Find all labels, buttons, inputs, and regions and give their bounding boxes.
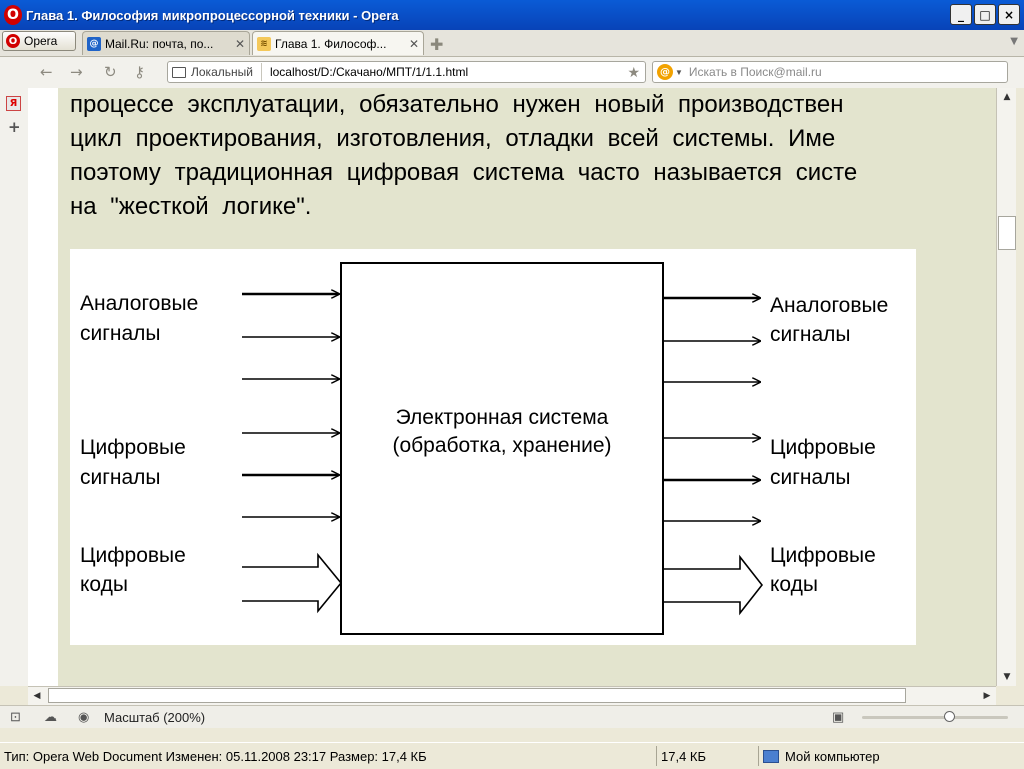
search-box[interactable]: @ ▼ bbox=[652, 61, 1008, 83]
output-bus-arrow bbox=[663, 554, 764, 616]
url-text[interactable]: localhost/D:/Скачано/МПТ/1/1.1.html bbox=[262, 65, 627, 79]
system-box-title: Электронная система bbox=[396, 406, 609, 429]
tab-chapter[interactable]: ≋ Глава 1. Философ... ✕ bbox=[252, 31, 424, 55]
system-box-subtitle: (обработка, хранение) bbox=[392, 434, 611, 457]
output-analog-label-1: Аналоговые bbox=[770, 294, 888, 317]
input-analog-label-2: сигналы bbox=[80, 322, 161, 345]
opera-menu-label: Opera bbox=[24, 34, 58, 48]
paragraph-line: на "жесткой логике". bbox=[70, 193, 312, 220]
mailru-favicon-icon: @ bbox=[87, 36, 101, 51]
paragraph-line: процессе эксплуатации, обязательно нужен… bbox=[70, 91, 844, 118]
window-edge bbox=[1016, 88, 1024, 704]
page-viewport: процессе эксплуатации, обязательно нужен… bbox=[28, 88, 996, 686]
scroll-down-arrow-icon[interactable]: ▼ bbox=[997, 668, 1017, 686]
close-button[interactable]: × bbox=[998, 4, 1020, 25]
page-favicon-icon: ≋ bbox=[257, 36, 271, 51]
security-badge-label: Локальный bbox=[191, 65, 253, 79]
vertical-scroll-thumb[interactable] bbox=[998, 216, 1016, 250]
new-tab-plus-icon[interactable]: ✚ bbox=[430, 35, 443, 54]
cloud-icon[interactable]: ☁ bbox=[44, 709, 57, 725]
tab-mailru[interactable]: @ Mail.Ru: почта, по... ✕ bbox=[82, 31, 250, 55]
tab-list-chevron-icon[interactable]: ▼ bbox=[1010, 36, 1018, 47]
address-toolbar: ← → ↻ ⚷ Локальный localhost/D:/Скачано/М… bbox=[0, 57, 1024, 89]
horizontal-scroll-thumb[interactable] bbox=[48, 688, 906, 703]
scroll-right-arrow-icon[interactable]: ▶ bbox=[978, 687, 996, 705]
opera-logo-icon: O bbox=[6, 34, 20, 48]
chevron-down-icon[interactable]: ▼ bbox=[675, 68, 683, 77]
input-codes-label-1: Цифровые bbox=[80, 544, 186, 567]
paragraph-line: цикл проектирования, изготовления, отлад… bbox=[70, 125, 836, 152]
reload-icon[interactable]: ↻ bbox=[104, 63, 117, 81]
output-digital-label-1: Цифровые bbox=[770, 436, 876, 459]
horizontal-scrollbar[interactable]: ◀ ▶ bbox=[28, 686, 996, 705]
search-input[interactable] bbox=[686, 64, 991, 80]
back-arrow-icon[interactable]: ← bbox=[40, 63, 53, 81]
zone-panel: Мой компьютер bbox=[758, 746, 1024, 766]
zoom-slider-knob[interactable] bbox=[944, 711, 956, 722]
paragraph-line: поэтому традиционная цифровая система ча… bbox=[70, 159, 858, 186]
computer-icon bbox=[172, 66, 186, 78]
file-size-text: 17,4 КБ bbox=[656, 746, 758, 766]
view-icon[interactable]: ▣ bbox=[832, 709, 844, 725]
diagram-svg: Электронная система (обработка, хранение… bbox=[80, 262, 888, 635]
opera-status-bar: ⊡ ☁ ◉ Масштаб (200%) ▣ bbox=[0, 705, 1024, 729]
output-analog-label-2: сигналы bbox=[770, 323, 851, 346]
maximize-button[interactable]: □ bbox=[974, 4, 996, 25]
vertical-scrollbar[interactable]: ▲ ▼ bbox=[996, 88, 1017, 686]
minimize-button[interactable]: _ bbox=[950, 4, 972, 25]
key-icon[interactable]: ⚷ bbox=[134, 63, 145, 81]
input-bus-arrow bbox=[242, 552, 343, 614]
window-title: Глава 1. Философия микропроцессорной тех… bbox=[26, 7, 399, 23]
yandex-icon[interactable]: Я bbox=[6, 96, 21, 111]
input-digital-label-2: сигналы bbox=[80, 466, 161, 489]
bookmark-star-icon[interactable]: ★ bbox=[627, 64, 645, 81]
tab-close-icon[interactable]: ✕ bbox=[235, 37, 245, 51]
scroll-left-arrow-icon[interactable]: ◀ bbox=[28, 687, 46, 705]
body-paragraph: процессе эксплуатации, обязательно нужен… bbox=[70, 88, 996, 224]
output-codes-label-2: коды bbox=[770, 573, 818, 596]
system-diagram: Электронная система (обработка, хранение… bbox=[70, 249, 916, 645]
tab-bar: O Opera @ Mail.Ru: почта, по... ✕ ≋ Глав… bbox=[0, 30, 1024, 57]
output-codes-label-1: Цифровые bbox=[770, 544, 876, 567]
tab-label: Mail.Ru: почта, по... bbox=[105, 36, 214, 51]
tab-close-icon[interactable]: ✕ bbox=[409, 37, 419, 51]
forward-arrow-icon[interactable]: → bbox=[70, 63, 83, 81]
add-panel-plus-icon[interactable]: + bbox=[8, 118, 21, 136]
opera-menu-button[interactable]: O Opera bbox=[2, 31, 76, 51]
panel-toggle-icon[interactable]: ⊡ bbox=[10, 709, 21, 725]
file-info-text: Тип: Opera Web Document Изменен: 05.11.2… bbox=[4, 748, 427, 764]
security-badge[interactable]: Локальный bbox=[168, 63, 262, 81]
output-digital-label-2: сигналы bbox=[770, 466, 851, 489]
opera-logo-icon: O bbox=[4, 5, 22, 25]
window-controls: _ □ × bbox=[950, 4, 1020, 25]
input-codes-label-2: коды bbox=[80, 573, 128, 596]
input-analog-label-1: Аналоговые bbox=[80, 292, 198, 315]
page-body: процессе эксплуатации, обязательно нужен… bbox=[58, 88, 996, 686]
windows-status-bar: Тип: Opera Web Document Изменен: 05.11.2… bbox=[0, 742, 1024, 769]
scroll-up-arrow-icon[interactable]: ▲ bbox=[997, 88, 1017, 106]
title-bar: O Глава 1. Философия микропроцессорной т… bbox=[0, 0, 1024, 30]
address-bar[interactable]: Локальный localhost/D:/Скачано/МПТ/1/1.1… bbox=[167, 61, 646, 83]
my-computer-icon bbox=[763, 749, 779, 763]
side-panel: Я + bbox=[0, 88, 29, 686]
zoom-label[interactable]: Масштаб (200%) bbox=[104, 709, 205, 725]
status-gap bbox=[0, 728, 1024, 742]
zoom-slider-track[interactable] bbox=[862, 716, 1008, 719]
search-engine-icon[interactable]: @ bbox=[657, 64, 673, 80]
input-digital-label-1: Цифровые bbox=[80, 436, 186, 459]
zone-label: Мой компьютер bbox=[785, 748, 880, 764]
tab-label: Глава 1. Философ... bbox=[275, 36, 387, 51]
speed-dial-icon[interactable]: ◉ bbox=[78, 709, 89, 725]
